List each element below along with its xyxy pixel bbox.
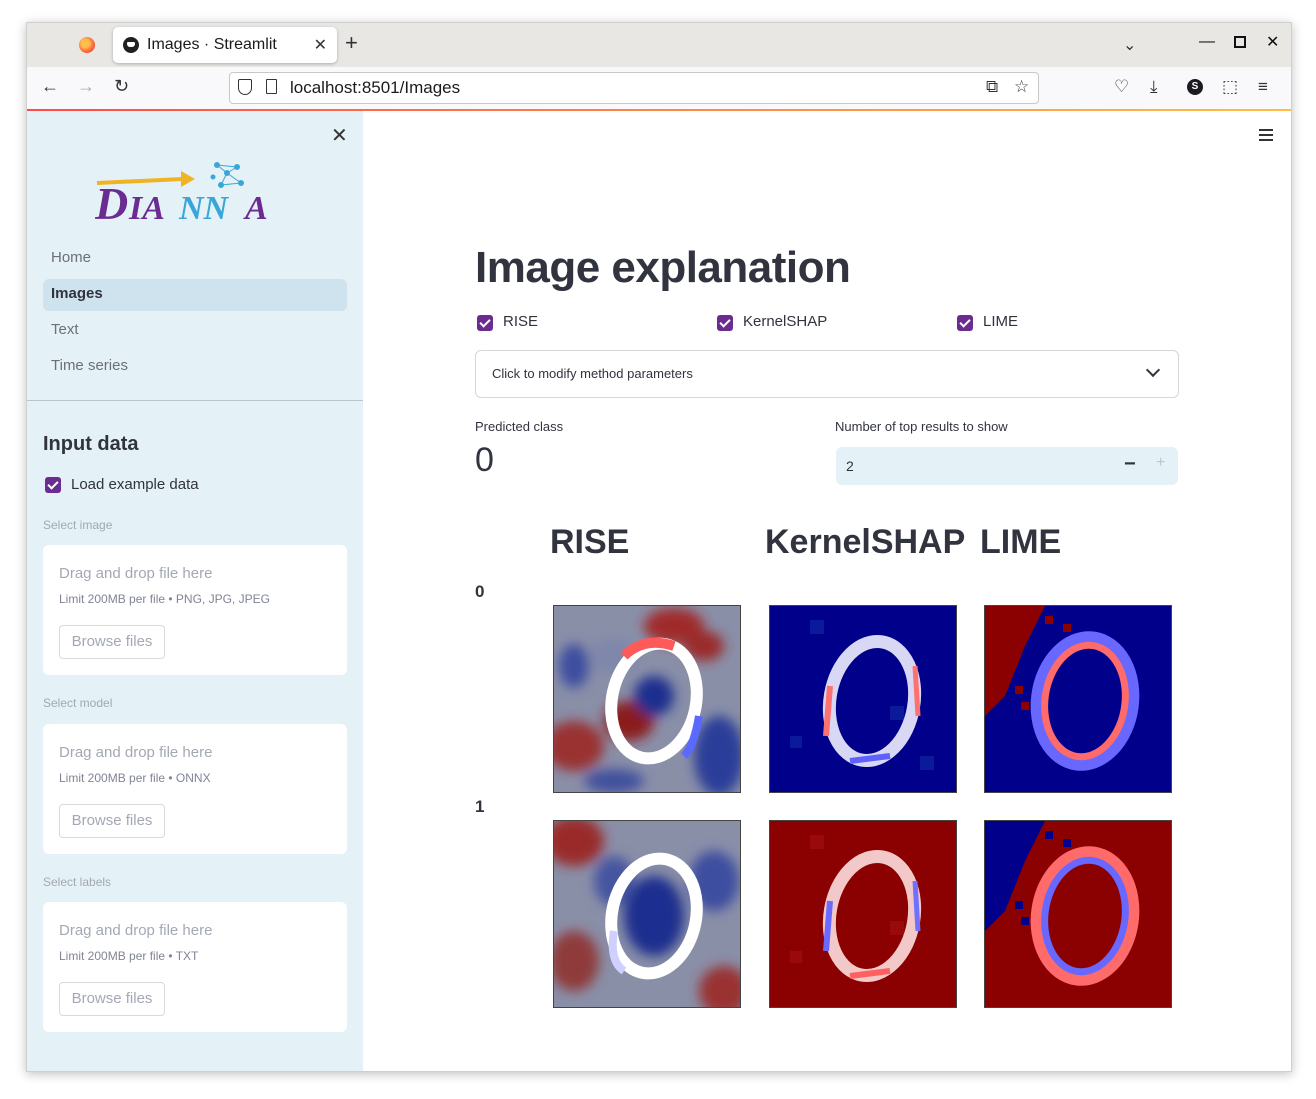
browse-image-button[interactable]: Browse files [59,625,165,659]
hamburger-menu-icon[interactable] [1259,129,1273,144]
tab-bar: Images · Streamlit ✕ + ⌄ — ✕ [27,23,1291,67]
minimize-icon[interactable]: — [1199,33,1215,51]
firefox-icon[interactable] [79,37,95,53]
close-tab-icon[interactable]: ✕ [314,35,327,55]
sidebar: ✕ D IA NN A Home Images Text Time series… [27,111,363,1071]
image-dropzone[interactable]: Drag and drop file here Limit 200MB per … [43,545,347,675]
sidebar-item-time-series[interactable]: Time series [43,351,347,383]
select-labels-label: Select labels [43,875,112,889]
rise-checkbox[interactable] [477,315,493,331]
dropzone-text: Drag and drop file here [59,922,213,939]
navigation-bar: ← → ↻ localhost:8501/Images ⧉ ☆ ♡ ⤓ S ⬚ … [27,67,1291,110]
sidebar-item-label: Text [51,321,79,338]
predicted-class-value: 0 [475,441,494,479]
kernelshap-heatmap-class-1 [769,820,957,1008]
profile-avatar[interactable]: S [1187,79,1203,95]
kernelshap-column-header: KernelSHAP [765,523,966,561]
svg-text:D: D [95,178,128,229]
new-tab-icon[interactable]: + [345,32,358,54]
page-content: ✕ D IA NN A Home Images Text Time series… [27,111,1291,1071]
extensions-icon[interactable]: ⬚ [1222,77,1238,97]
page-title: Image explanation [475,243,851,292]
sidebar-item-home[interactable]: Home [43,243,347,275]
lime-heatmap-class-0 [984,605,1172,793]
download-icon[interactable]: ⤓ [1150,77,1158,97]
lime-column-header: LIME [980,523,1062,561]
select-model-label: Select model [43,696,113,710]
browser-tab[interactable]: Images · Streamlit ✕ [113,27,337,63]
predicted-class-label: Predicted class [475,419,564,434]
pocket-icon[interactable]: ♡ [1114,77,1129,97]
browse-labels-button[interactable]: Browse files [59,982,165,1016]
url-bar[interactable]: localhost:8501/Images ⧉ ☆ [229,72,1039,104]
menu-icon[interactable]: ≡ [1258,77,1268,97]
lime-heatmap-class-1 [984,820,1172,1008]
dropzone-limit: Limit 200MB per file • TXT [59,949,199,963]
row-label-0: 0 [475,582,485,601]
streamlit-favicon-icon [123,37,139,53]
main-area: Image explanation RISE KernelSHAP LIME C… [363,111,1291,1071]
increment-button[interactable]: + [1156,454,1165,472]
chevron-down-icon[interactable]: ⌄ [1123,35,1136,55]
tab-title: Images · Streamlit [147,36,277,53]
chevron-down-icon [1145,362,1161,378]
top-results-value[interactable]: 2 [846,458,854,474]
sidebar-item-label: Home [51,249,92,266]
browse-model-button[interactable]: Browse files [59,804,165,838]
sidebar-item-images[interactable]: Images [43,279,347,311]
page-icon [266,79,277,94]
back-arrow-icon[interactable]: ← [41,76,59,97]
shield-icon[interactable] [238,79,252,95]
dropzone-limit: Limit 200MB per file • PNG, JPG, JPEG [59,592,270,606]
close-sidebar-icon[interactable]: ✕ [331,123,348,148]
select-image-label: Select image [43,518,113,532]
rise-column-header: RISE [550,523,630,561]
url-text[interactable]: localhost:8501/Images [290,78,460,98]
forward-arrow-icon[interactable]: → [77,76,95,97]
rise-heatmap-class-0 [553,605,741,793]
kernelshap-heatmap-class-0 [769,605,957,793]
model-dropzone[interactable]: Drag and drop file here Limit 200MB per … [43,724,347,854]
expander-label: Click to modify method parameters [492,366,693,381]
rise-checkbox-label[interactable]: RISE [503,313,538,330]
translate-icon[interactable]: ⧉ [986,77,998,97]
kernelshap-checkbox-label[interactable]: KernelSHAP [743,313,827,330]
sidebar-item-text[interactable]: Text [43,315,347,347]
browser-window: Images · Streamlit ✕ + ⌄ — ✕ ← → ↻ local… [26,22,1292,1072]
svg-text:A: A [243,190,268,227]
top-results-label: Number of top results to show [835,419,1008,434]
kernelshap-checkbox[interactable] [717,315,733,331]
input-data-heading: Input data [43,433,139,455]
row-label-1: 1 [475,797,485,816]
decrement-button[interactable]: − [1124,453,1136,476]
method-parameters-expander[interactable]: Click to modify method parameters [475,350,1179,398]
top-results-input[interactable]: 2 − + [836,447,1178,485]
labels-dropzone[interactable]: Drag and drop file here Limit 200MB per … [43,902,347,1032]
sidebar-item-label: Images [51,285,103,302]
dropzone-limit: Limit 200MB per file • ONNX [59,771,211,785]
sidebar-item-label: Time series [51,357,128,374]
close-window-icon[interactable]: ✕ [1266,32,1279,52]
lime-checkbox[interactable] [957,315,973,331]
bookmark-star-icon[interactable]: ☆ [1014,77,1029,97]
dropzone-text: Drag and drop file here [59,744,213,761]
load-example-label[interactable]: Load example data [71,476,199,493]
maximize-icon[interactable] [1234,36,1246,48]
lime-checkbox-label[interactable]: LIME [983,313,1018,330]
dianna-logo: D IA NN A [95,162,268,229]
dropzone-text: Drag and drop file here [59,565,213,582]
sidebar-divider [27,400,363,401]
svg-text:IA: IA [128,190,165,227]
reload-icon[interactable]: ↻ [114,76,129,97]
load-example-checkbox[interactable] [45,477,61,493]
rise-heatmap-class-1 [553,820,741,1008]
svg-text:NN: NN [178,190,230,227]
